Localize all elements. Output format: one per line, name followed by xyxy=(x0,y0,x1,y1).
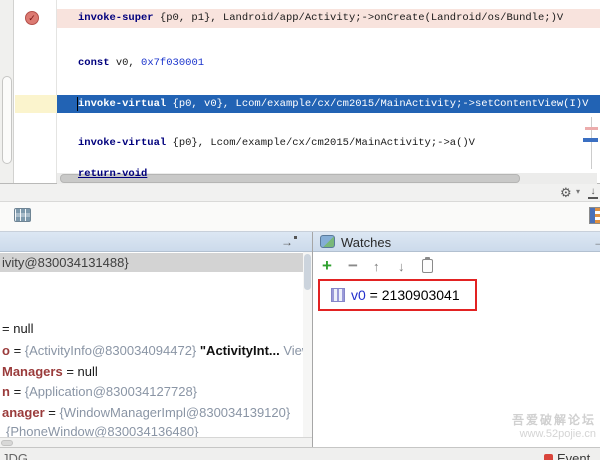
float-window-dot xyxy=(294,236,297,239)
smali-opcode: invoke-virtual xyxy=(78,137,167,149)
smali-args: v0, xyxy=(109,57,142,69)
watermark-url: www.52pojie.cn xyxy=(519,428,596,440)
editor-gutter[interactable]: ✓ xyxy=(15,0,57,183)
error-stripe xyxy=(591,117,592,169)
variable-value: null xyxy=(77,364,98,379)
string-preview: "ActivityInt... xyxy=(199,343,280,358)
variables-panel-header: → xyxy=(0,232,312,252)
event-log-label[interactable]: Event L xyxy=(557,451,600,460)
gear-icon[interactable]: ⚙ xyxy=(560,185,572,201)
variables-hscrollbar-thumb[interactable] xyxy=(1,440,13,446)
variable-name: Managers xyxy=(2,364,63,379)
variable-name: n xyxy=(2,384,10,399)
variable-row[interactable]: o = {ActivityInfo@830034094472} "Activit… xyxy=(2,342,311,360)
evaluate-expression-icon[interactable] xyxy=(14,208,31,222)
add-watch-button[interactable]: + xyxy=(322,256,332,276)
variable-row-selected[interactable]: ivity@830034131488} xyxy=(0,253,303,272)
hex-literal: 0x7f030001 xyxy=(141,57,205,69)
variable-row[interactable]: {PhoneWindow@830034136480} xyxy=(6,423,198,437)
watch-row[interactable]: v0 = 2130903041 xyxy=(351,285,460,305)
outer-scrollbar-thumb[interactable] xyxy=(2,76,12,164)
object-address: {WindowManagerImpl@830034139120} xyxy=(59,405,291,420)
watches-panel-header: Watches → xyxy=(313,232,600,252)
outer-panel-edge xyxy=(0,0,14,183)
object-address: {ActivityInfo@830034094472} xyxy=(24,343,200,358)
highlight-annotation-box: v0 = 2130903041 xyxy=(318,279,477,311)
hide-panel-icon[interactable]: ↓ xyxy=(588,186,598,199)
execution-line-gutter-highlight xyxy=(15,95,57,113)
code-line-breakpoint[interactable]: invoke-super {p0, p1}, Landroid/app/Acti… xyxy=(57,9,600,28)
debug-actions-bar xyxy=(0,202,600,232)
smali-args: {p0, v0}, Lcom/example/cx/cm2015/MainAct… xyxy=(166,98,589,110)
breakpoint-icon[interactable]: ✓ xyxy=(25,11,39,25)
ide-debugger-window: ✓ invoke-super {p0, p1}, Landroid/app/Ac… xyxy=(0,0,600,460)
variable-eq: = xyxy=(62,364,78,379)
code-line-invoke[interactable]: invoke-virtual {p0}, Lcom/example/cx/cm2… xyxy=(57,134,600,153)
variables-vertical-scrollbar[interactable] xyxy=(303,252,312,437)
remove-watch-button[interactable]: − xyxy=(348,256,358,276)
variable-name: o xyxy=(2,343,10,358)
variable-eq: = xyxy=(2,321,14,336)
move-watch-up-button[interactable]: ↑ xyxy=(373,259,380,274)
variable-eq: = xyxy=(9,384,25,399)
text-caret xyxy=(77,97,78,111)
variables-horizontal-scrollbar[interactable] xyxy=(0,437,312,447)
object-address: {Application@830034127728} xyxy=(24,384,198,399)
watches-panel-title: Watches xyxy=(341,235,392,250)
stripe-mark-current-line[interactable] xyxy=(583,138,598,142)
status-bar: JDG Event L xyxy=(0,447,600,460)
chevron-down-icon[interactable]: ▾ xyxy=(576,187,580,196)
variable-row[interactable]: = null xyxy=(2,320,33,338)
smali-args: {p0, p1}, Landroid/app/Activity;->onCrea… xyxy=(153,12,564,24)
variable-name: anager xyxy=(2,405,45,420)
watch-name: v0 xyxy=(351,287,366,303)
variables-panel[interactable]: ivity@830034131488} = null o = {Activity… xyxy=(0,252,312,437)
variable-row[interactable]: anager = {WindowManagerImpl@830034139120… xyxy=(2,404,290,422)
smali-opcode: return-void xyxy=(78,168,148,180)
debug-toolbar: ⚙ ▾ ↓ xyxy=(0,183,600,202)
smali-opcode: invoke-super xyxy=(78,12,154,24)
float-window-icon[interactable]: → xyxy=(281,235,293,249)
object-address: {PhoneWindow@830034136480} xyxy=(6,424,199,437)
float-window-icon[interactable]: → xyxy=(593,235,600,249)
move-watch-down-button[interactable]: ↓ xyxy=(398,259,405,274)
watch-eq: = xyxy=(365,287,382,303)
copy-icon[interactable] xyxy=(422,257,433,273)
status-left-text: JDG xyxy=(2,451,28,460)
smali-opcode: invoke-virtual xyxy=(78,98,167,110)
watch-variable-icon xyxy=(331,288,345,302)
code-line-const[interactable]: const v0, 0x7f030001 xyxy=(57,54,600,73)
restore-layout-icon[interactable] xyxy=(589,207,600,224)
stripe-mark-breakpoint[interactable] xyxy=(585,127,598,130)
code-line-current-execution[interactable]: invoke-virtual {p0, v0}, Lcom/example/cx… xyxy=(57,95,600,113)
smali-args: {p0}, Lcom/example/cx/cm2015/MainActivit… xyxy=(166,137,475,149)
variable-row[interactable]: n = {Application@830034127728} xyxy=(2,383,197,401)
variable-eq: = xyxy=(44,405,60,420)
watch-value: 2130903041 xyxy=(381,287,460,303)
event-log-icon[interactable] xyxy=(544,454,553,460)
variable-eq: = xyxy=(9,343,25,358)
watches-icon xyxy=(320,235,335,248)
smali-opcode: const xyxy=(78,57,110,69)
watermark-text: 吾爱破解论坛 xyxy=(511,413,596,427)
variable-value: null xyxy=(13,321,34,336)
variables-vscrollbar-thumb[interactable] xyxy=(304,254,311,290)
variable-row[interactable]: Managers = null xyxy=(2,363,98,381)
code-line-return[interactable]: return-void xyxy=(57,165,600,184)
